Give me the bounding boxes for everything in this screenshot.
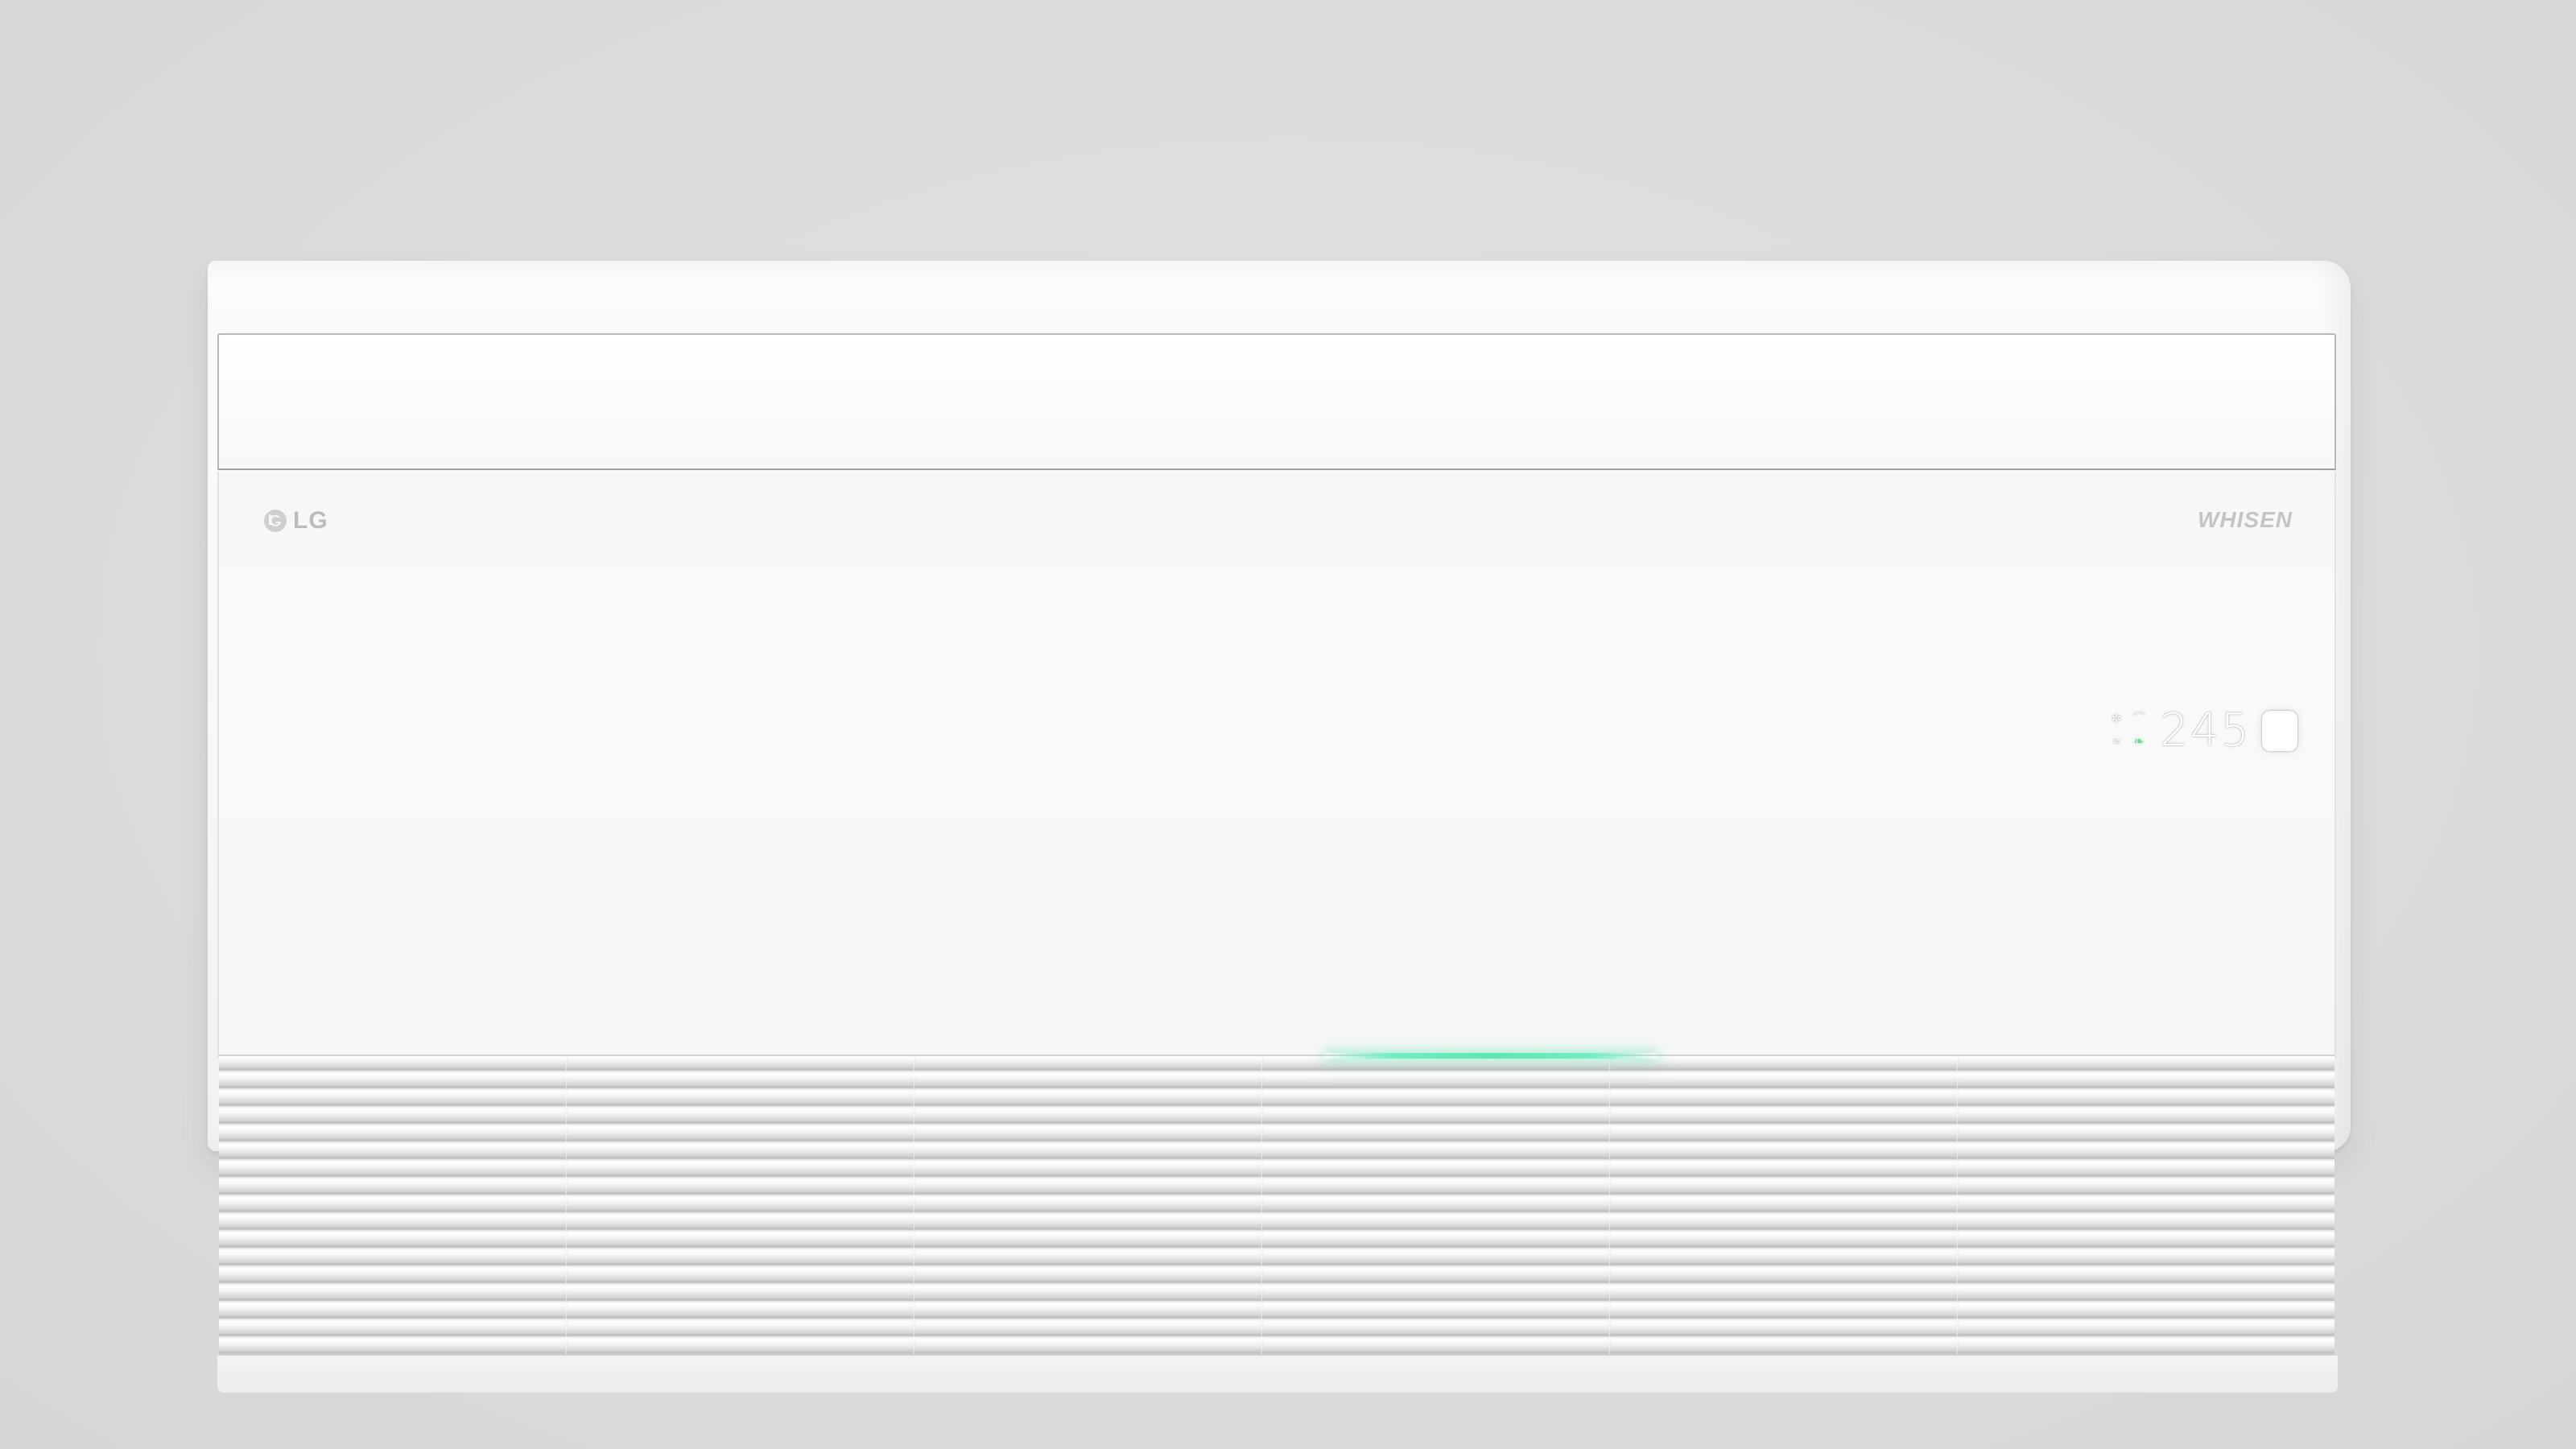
air-vent-grille bbox=[219, 1055, 2334, 1356]
temperature-display: 245 bbox=[2160, 704, 2251, 757]
front-panel: LG WHISEN ✲ ⌒ ≈ ❧ 245 bbox=[217, 472, 2336, 1058]
bottom-lip bbox=[217, 1356, 2338, 1393]
grille-divider bbox=[1261, 1056, 1263, 1354]
top-panel bbox=[217, 333, 2336, 470]
fan-icon: ✲ bbox=[2111, 712, 2122, 726]
mode-icons: ✲ ⌒ ≈ ❧ bbox=[2107, 710, 2149, 752]
grille-divider bbox=[913, 1056, 915, 1354]
grille-divider bbox=[1608, 1056, 1611, 1354]
display-panel: ✲ ⌒ ≈ ❧ 245 bbox=[2107, 707, 2297, 755]
dehumidify-icon: ≈ bbox=[2112, 735, 2120, 749]
swing-icon: ⌒ bbox=[2132, 712, 2146, 726]
grille-divider bbox=[565, 1056, 568, 1354]
air-conditioner-unit: LG WHISEN ✲ ⌒ ≈ ❧ 245 bbox=[208, 261, 2351, 1393]
lg-logo-text: LG bbox=[293, 507, 328, 534]
grille-divider bbox=[1956, 1056, 1959, 1354]
status-light-bar bbox=[1323, 1053, 1658, 1059]
leaf-icon: ❧ bbox=[2133, 735, 2145, 749]
lg-emblem-icon bbox=[264, 510, 287, 532]
scene: LG WHISEN ✲ ⌒ ≈ ❧ 245 bbox=[0, 0, 2576, 1449]
whisen-logo: WHISEN bbox=[2198, 507, 2293, 532]
lg-logo: LG bbox=[262, 507, 328, 535]
display-indicator-square bbox=[2262, 711, 2297, 751]
